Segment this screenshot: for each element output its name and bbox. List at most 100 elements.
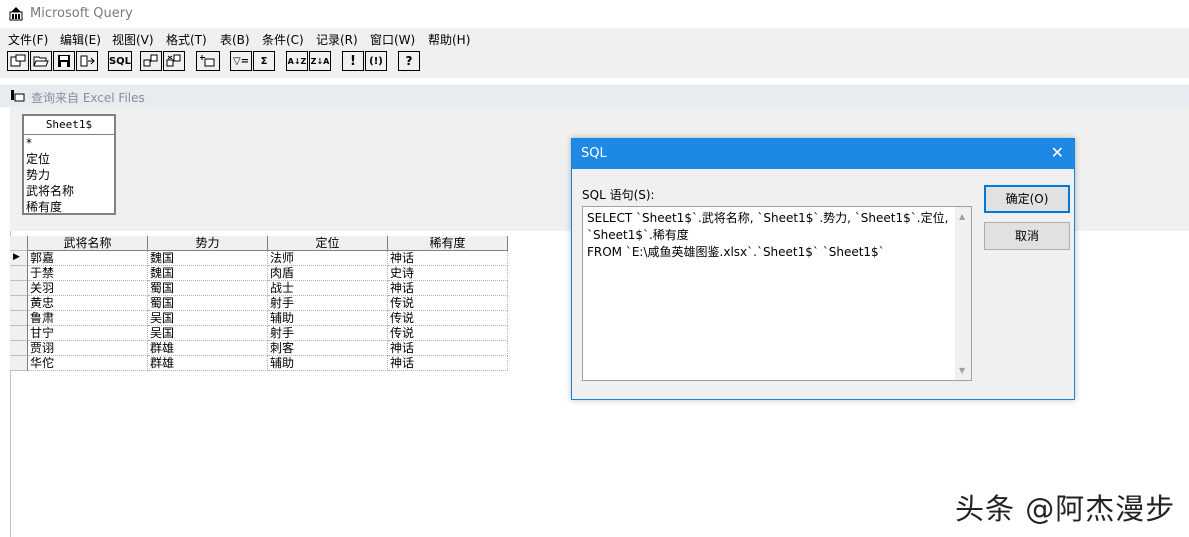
menu-window[interactable]: 窗口(W) [370, 31, 415, 48]
sql-scrollbar[interactable]: ▲ ▼ [955, 207, 971, 380]
sql-statement-textarea[interactable]: SELECT `Sheet1$`.武将名称, `Sheet1$`.势力, `Sh… [582, 206, 972, 381]
grid-cell[interactable]: 吴国 [148, 326, 268, 341]
show-criteria-button[interactable] [163, 51, 185, 71]
close-icon[interactable]: ✕ [1051, 145, 1064, 161]
cancel-button[interactable]: 取消 [984, 222, 1070, 250]
grid-cell[interactable]: 辅助 [268, 311, 388, 326]
new-query-button[interactable] [7, 51, 29, 71]
menu-table[interactable]: 表(B) [220, 31, 250, 48]
grid-cell[interactable]: 黄忠 [28, 296, 148, 311]
current-record-icon: ▶ [13, 252, 20, 262]
sql-statement-text[interactable]: SELECT `Sheet1$`.武将名称, `Sheet1$`.势力, `Sh… [587, 210, 955, 261]
row-selector[interactable] [10, 281, 28, 296]
row-selector[interactable] [10, 311, 28, 326]
grid-cell[interactable]: 贾诩 [28, 341, 148, 356]
ok-button[interactable]: 确定(O) [984, 185, 1070, 213]
column-header[interactable]: 定位 [268, 236, 388, 251]
help-button[interactable]: ? [398, 51, 420, 71]
table-row[interactable]: ▶ 郭嘉 魏国 法师 神话 [10, 251, 630, 266]
table-row[interactable]: 鲁肃 吴国 辅助 传说 [10, 311, 630, 326]
app-title: Microsoft Query [30, 6, 133, 21]
grid-corner[interactable] [10, 236, 28, 251]
grid-cell[interactable]: 华佗 [28, 356, 148, 371]
field-faction[interactable]: 势力 [24, 167, 114, 183]
grid-cell[interactable]: 辅助 [268, 356, 388, 371]
row-selector[interactable] [10, 266, 28, 281]
menu-help[interactable]: 帮助(H) [428, 31, 470, 48]
table-row[interactable]: 华佗 群雄 辅助 神话 [10, 356, 630, 371]
grid-cell[interactable]: 蜀国 [148, 281, 268, 296]
grid-cell[interactable]: 魏国 [148, 251, 268, 266]
grid-cell[interactable]: 传说 [388, 326, 508, 341]
grid-cell[interactable]: 甘宁 [28, 326, 148, 341]
sort-ascending-button[interactable]: A↓Z [286, 51, 308, 71]
grid-cell[interactable]: 神话 [388, 356, 508, 371]
sort-descending-button[interactable]: Z↓A [309, 51, 331, 71]
menu-file[interactable]: 文件(F) [8, 31, 48, 48]
table-row[interactable]: 关羽 蜀国 战士 神话 [10, 281, 630, 296]
field-position[interactable]: 定位 [24, 151, 114, 167]
grid-cell[interactable]: 鲁肃 [28, 311, 148, 326]
grid-cell[interactable]: 蜀国 [148, 296, 268, 311]
watermark: 头条 @阿杰漫步 [955, 492, 1176, 526]
sql-button[interactable]: SQL [108, 51, 132, 71]
grid-cell[interactable]: 神话 [388, 341, 508, 356]
grid-cell[interactable]: 肉盾 [268, 266, 388, 281]
grid-cell[interactable]: 法师 [268, 251, 388, 266]
sql-dialog-title: SQL [581, 146, 607, 161]
grid-cell[interactable]: 神话 [388, 251, 508, 266]
table-row[interactable]: 甘宁 吴国 射手 传说 [10, 326, 630, 341]
open-query-button[interactable] [30, 51, 52, 71]
save-query-button[interactable] [53, 51, 75, 71]
title-bar: Microsoft Query [0, 0, 1189, 28]
table-sheet1[interactable]: Sheet1$ * 定位 势力 武将名称 稀有度 [22, 114, 116, 215]
menu-bar: 文件(F) 编辑(E) 视图(V) 格式(T) 表(B) 条件(C) 记录(R)… [0, 28, 1189, 48]
grid-cell[interactable]: 射手 [268, 296, 388, 311]
grid-cell[interactable]: 史诗 [388, 266, 508, 281]
table-row[interactable]: 于禁 魏国 肉盾 史诗 [10, 266, 630, 281]
auto-query-button[interactable]: (!) [365, 51, 387, 71]
scroll-up-icon[interactable]: ▲ [959, 212, 965, 221]
grid-cell[interactable]: 刺客 [268, 341, 388, 356]
menu-criteria[interactable]: 条件(C) [262, 31, 304, 48]
scroll-down-icon[interactable]: ▼ [959, 366, 965, 375]
column-header[interactable]: 武将名称 [28, 236, 148, 251]
grid-cell[interactable]: 关羽 [28, 281, 148, 296]
row-selector[interactable] [10, 341, 28, 356]
column-header[interactable]: 势力 [148, 236, 268, 251]
grid-cell[interactable]: 传说 [388, 311, 508, 326]
field-all[interactable]: * [24, 135, 114, 151]
grid-cell[interactable]: 神话 [388, 281, 508, 296]
menu-format[interactable]: 格式(T) [166, 31, 207, 48]
field-general-name[interactable]: 武将名称 [24, 183, 114, 199]
add-tables-button[interactable] [196, 51, 220, 71]
row-selector[interactable] [10, 356, 28, 371]
show-tables-button[interactable] [140, 51, 162, 71]
menu-edit[interactable]: 编辑(E) [60, 31, 101, 48]
grid-cell[interactable]: 群雄 [148, 356, 268, 371]
grid-cell[interactable]: 战士 [268, 281, 388, 296]
query-window-icon [11, 90, 25, 102]
row-selector[interactable] [10, 296, 28, 311]
grid-cell[interactable]: 群雄 [148, 341, 268, 356]
sql-dialog-titlebar: SQL ✕ [572, 139, 1074, 169]
grid-cell[interactable]: 于禁 [28, 266, 148, 281]
grid-cell[interactable]: 魏国 [148, 266, 268, 281]
cycle-totals-button[interactable]: Σ [253, 51, 275, 71]
grid-cell[interactable]: 射手 [268, 326, 388, 341]
row-selector[interactable] [10, 326, 28, 341]
row-selector[interactable]: ▶ [10, 251, 28, 266]
return-data-button[interactable] [76, 51, 98, 71]
field-rarity[interactable]: 稀有度 [24, 199, 114, 215]
menu-view[interactable]: 视图(V) [112, 31, 154, 48]
criteria-equals-button[interactable]: ▽= [230, 51, 252, 71]
column-header[interactable]: 稀有度 [388, 236, 508, 251]
table-row[interactable]: 贾诩 群雄 刺客 神话 [10, 341, 630, 356]
grid-cell[interactable]: 吴国 [148, 311, 268, 326]
grid-cell[interactable]: 传说 [388, 296, 508, 311]
query-now-button[interactable]: ! [342, 51, 364, 71]
menu-records[interactable]: 记录(R) [316, 31, 358, 48]
table-row[interactable]: 黄忠 蜀国 射手 传说 [10, 296, 630, 311]
show-tables-icon [143, 54, 158, 67]
grid-cell[interactable]: 郭嘉 [28, 251, 148, 266]
